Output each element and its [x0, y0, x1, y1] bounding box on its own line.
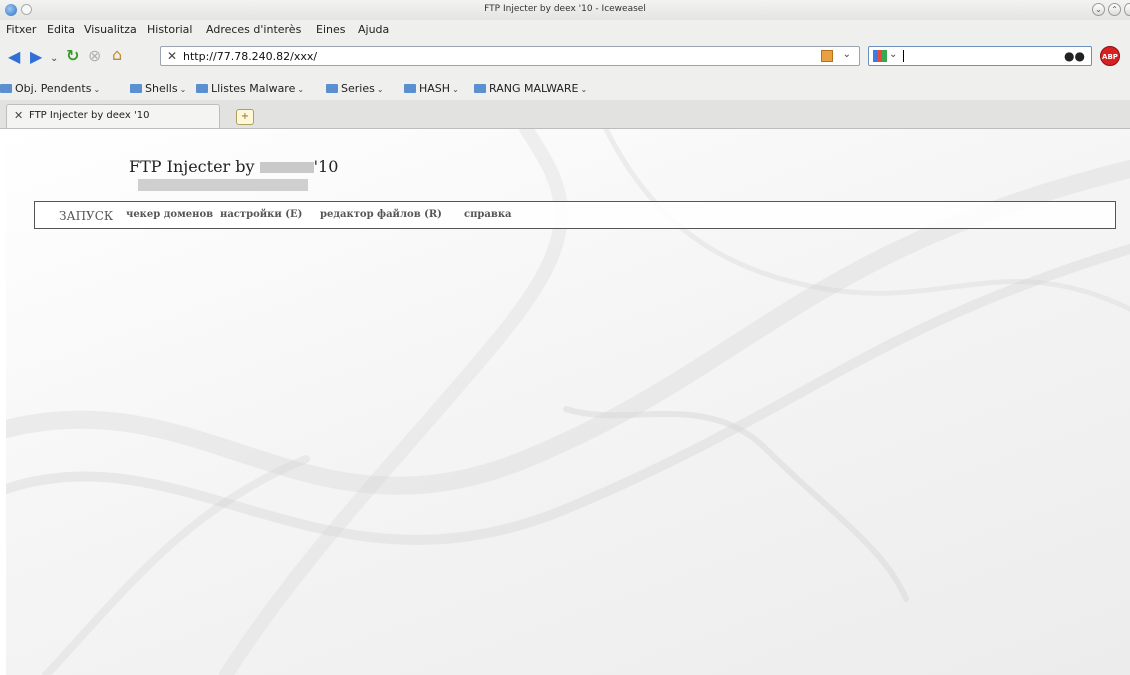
- navigation-toolbar: ◀ ▶ ⌄ ↻ ⊗ ⌂ ✕ http://77.78.240.82/xxx/ ⌄…: [0, 38, 1130, 78]
- bookmark-folder-shells[interactable]: Shells ⌄: [130, 82, 186, 95]
- forward-arrow-icon[interactable]: ▶: [30, 49, 42, 65]
- bookmark-folder-obj-pendents[interactable]: Obj. Pendents ⌄: [0, 82, 100, 95]
- nav-help-link[interactable]: справка: [464, 209, 512, 220]
- stop-icon[interactable]: ⊗: [88, 48, 101, 64]
- adblock-plus-button[interactable]: ABP: [1100, 46, 1120, 66]
- reload-icon[interactable]: ↻: [66, 48, 79, 64]
- tab-label: FTP Injecter by deex '10: [29, 110, 150, 121]
- text-caret: [903, 50, 904, 62]
- menu-history[interactable]: Historial: [147, 23, 192, 36]
- bookmark-label: Series: [341, 82, 375, 95]
- history-dropdown-icon[interactable]: ⌄: [50, 51, 58, 67]
- menu-tools[interactable]: Eines: [316, 23, 345, 36]
- engine-dropdown-icon[interactable]: ⌄: [889, 49, 897, 60]
- page-title: FTP Injecter by '10: [129, 157, 338, 176]
- chevron-down-icon: ⌄: [452, 85, 459, 94]
- folder-icon: [404, 84, 416, 93]
- window-titlebar: FTP Injecter by deex '10 - Iceweasel ⌄ ⌃: [0, 0, 1130, 21]
- url-bar[interactable]: ✕ http://77.78.240.82/xxx/ ⌄: [160, 46, 860, 66]
- maximize-icon[interactable]: ⌃: [1108, 3, 1121, 16]
- page-content: FTP Injecter by '10 ЗАПУСК чекер доменов…: [6, 129, 1130, 675]
- menu-help[interactable]: Ajuda: [358, 23, 389, 36]
- chevron-down-icon: ⌄: [376, 85, 384, 94]
- search-engine-icon[interactable]: [873, 50, 887, 62]
- redacted-block: [259, 162, 314, 173]
- back-arrow-icon[interactable]: ◀: [8, 49, 20, 65]
- menu-view[interactable]: Visualitza: [84, 23, 137, 36]
- page-title-suffix: '10: [313, 157, 339, 176]
- close-icon[interactable]: [1124, 3, 1130, 16]
- menu-bar: Fitxer Edita Visualitza Historial Adrece…: [0, 20, 1130, 38]
- bookmark-label: Shells: [145, 82, 178, 95]
- tab-ftp-injecter[interactable]: ✕ FTP Injecter by deex '10: [6, 104, 220, 128]
- menu-bookmarks[interactable]: Adreces d'interès: [206, 23, 301, 36]
- bookmark-label: Obj. Pendents: [15, 82, 92, 95]
- page-title-prefix: FTP Injecter by: [129, 157, 255, 176]
- window-title: FTP Injecter by deex '10 - Iceweasel: [484, 4, 646, 14]
- bookmarks-toolbar: Obj. Pendents ⌄ Shells ⌄ Llistes Malware ⌄ …: [0, 78, 1130, 100]
- nav-run-link[interactable]: ЗАПУСК: [59, 209, 113, 223]
- page-nav-bar: ЗАПУСК чекер доменов настройки (E) редак…: [34, 201, 1116, 229]
- minimize-icon[interactable]: ⌄: [1092, 3, 1105, 16]
- bookmark-label: RANG MALWARE: [489, 82, 579, 95]
- chevron-down-icon: ⌄: [179, 85, 187, 94]
- search-input[interactable]: ⌄ ●●: [868, 46, 1092, 66]
- tab-bar: ✕ FTP Injecter by deex '10 +: [0, 100, 1130, 129]
- bookmark-label: Llistes Malware: [211, 82, 296, 95]
- home-icon[interactable]: ⌂: [112, 47, 122, 63]
- folder-icon: [474, 84, 486, 93]
- url-dropdown-icon[interactable]: ⌄: [843, 49, 851, 60]
- nav-domain-checker-link[interactable]: чекер доменов: [126, 209, 213, 220]
- nav-settings-link[interactable]: настройки (E): [220, 209, 302, 220]
- new-tab-button[interactable]: +: [236, 109, 254, 125]
- menu-edit[interactable]: Edita: [47, 23, 75, 36]
- folder-icon: [196, 84, 208, 93]
- nav-file-editor-link[interactable]: редактор файлов (R): [320, 209, 442, 220]
- bookmark-folder-rang-malware[interactable]: RANG MALWARE ⌄: [474, 82, 587, 95]
- folder-icon: [0, 84, 12, 93]
- chevron-down-icon: ⌄: [580, 85, 588, 94]
- folder-icon: [326, 84, 338, 93]
- tools-icon: ✕: [167, 49, 178, 63]
- bookmark-folder-llistes-malware[interactable]: Llistes Malware ⌄: [196, 82, 304, 95]
- tools-icon: ✕: [14, 109, 24, 122]
- url-text[interactable]: http://77.78.240.82/xxx/: [183, 50, 317, 63]
- bookmark-label: HASH: [419, 82, 451, 95]
- binoculars-icon[interactable]: ●●: [1064, 49, 1085, 63]
- chevron-down-icon: ⌄: [93, 85, 101, 94]
- rss-feed-icon[interactable]: [821, 50, 833, 62]
- bookmark-folder-hash[interactable]: HASH ⌄: [404, 82, 459, 95]
- redacted-subtitle: [138, 179, 308, 191]
- bookmark-folder-series[interactable]: Series ⌄: [326, 82, 384, 95]
- menu-file[interactable]: Fitxer: [6, 23, 36, 36]
- folder-icon: [130, 84, 142, 93]
- chevron-down-icon: ⌄: [297, 85, 305, 94]
